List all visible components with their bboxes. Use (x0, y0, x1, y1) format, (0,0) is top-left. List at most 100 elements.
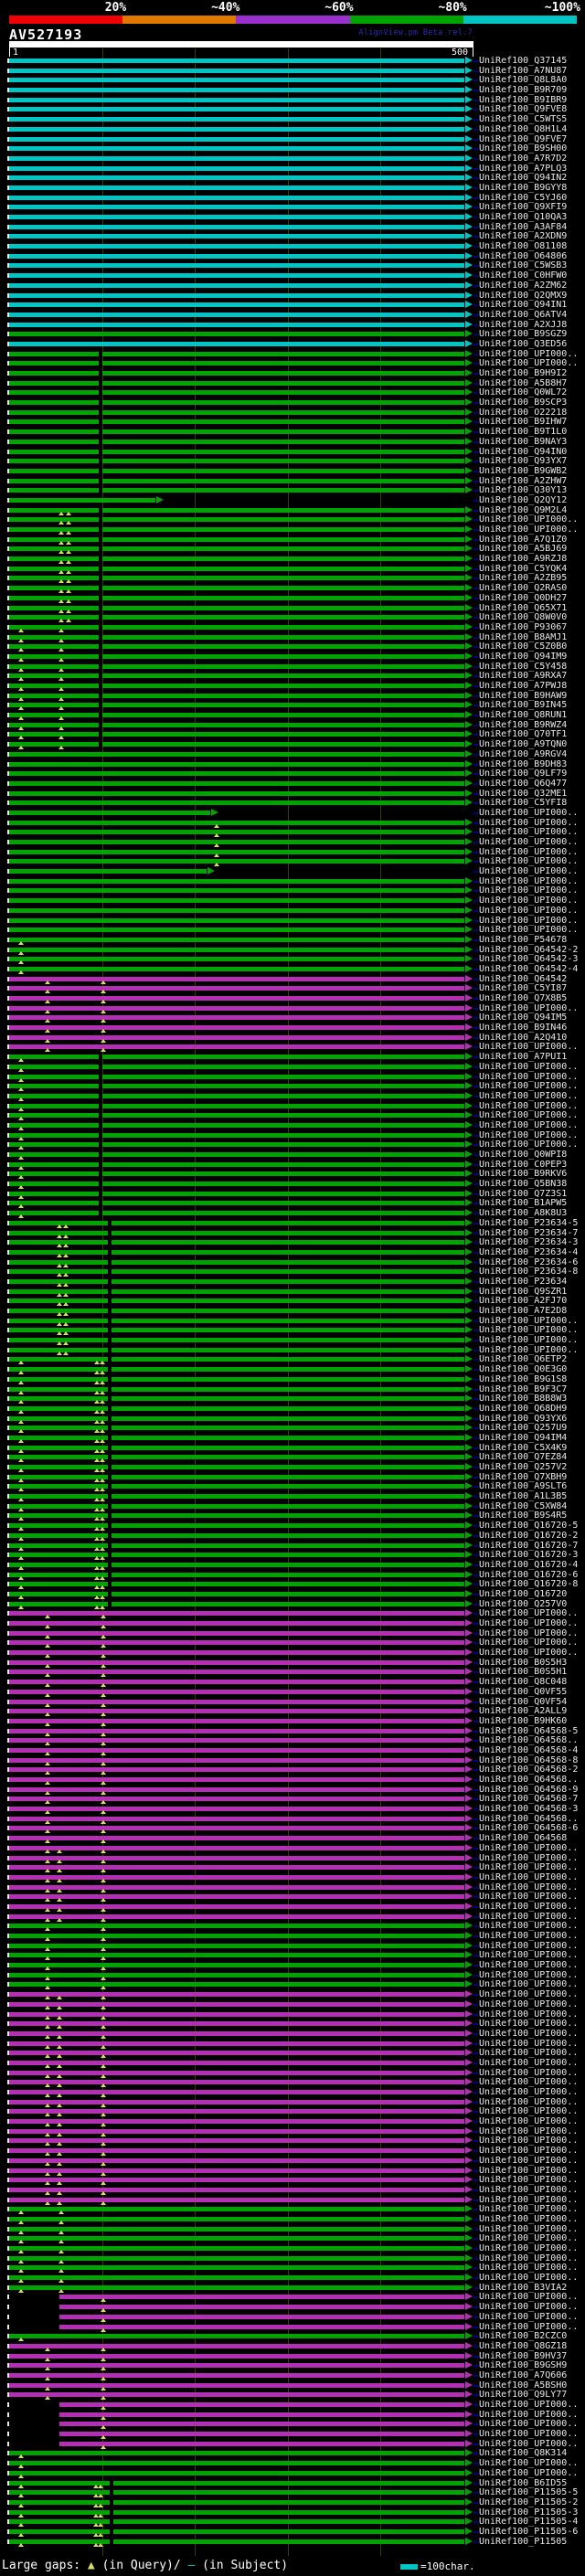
hit-bar[interactable] (9, 1249, 464, 1255)
hit-bar[interactable] (9, 429, 464, 435)
hit-bar[interactable] (9, 1836, 464, 1841)
hit-bar[interactable] (9, 928, 464, 933)
hit-bar[interactable] (9, 215, 464, 219)
hit-bar[interactable] (9, 937, 464, 942)
hit-bar[interactable] (9, 2275, 464, 2281)
hit-bar[interactable] (9, 1943, 464, 1948)
hit-bar[interactable] (9, 507, 464, 513)
hit-bar[interactable] (9, 1318, 464, 1323)
hit-bar[interactable] (9, 2343, 464, 2348)
hit-bar[interactable] (9, 1894, 464, 1900)
hit-bar[interactable] (9, 1396, 464, 1402)
hit-bar[interactable] (9, 1484, 464, 1489)
hit-bar[interactable] (9, 673, 464, 679)
hit-bar[interactable] (9, 2353, 464, 2359)
hit-bar[interactable] (9, 2363, 464, 2369)
hit-label[interactable]: UniRef100_B9NAY3 (479, 437, 567, 448)
hit-bar[interactable] (9, 830, 464, 835)
hit-bar[interactable] (9, 2157, 464, 2163)
hit-bar[interactable] (9, 517, 464, 523)
hit-bar[interactable] (9, 1299, 464, 1304)
hit-bar[interactable] (9, 1572, 464, 1577)
hit-bar[interactable] (9, 2080, 464, 2085)
hit-bar[interactable] (9, 68, 464, 73)
hit-bar[interactable] (9, 1757, 464, 1763)
hit-bar[interactable] (9, 2216, 464, 2221)
hit-bar[interactable] (9, 1992, 464, 1998)
hit-bar[interactable] (9, 888, 464, 894)
hit-label[interactable]: UniRef100_UPI000.. (479, 1872, 578, 1883)
hit-bar[interactable] (9, 1953, 464, 1958)
hit-bar[interactable] (9, 1670, 464, 1675)
hit-bar[interactable] (9, 2470, 464, 2475)
hit-bar[interactable] (9, 732, 464, 737)
hit-bar[interactable] (9, 1865, 464, 1871)
hit-bar[interactable] (9, 1161, 464, 1167)
hit-bar[interactable] (9, 1747, 464, 1753)
hit-label[interactable]: UniRef100_UPI000.. (479, 2029, 578, 2040)
hit-bar[interactable] (9, 840, 464, 844)
hit-label[interactable]: UniRef100_Q16720-4 (479, 1560, 578, 1571)
hit-bar[interactable] (9, 1367, 464, 1373)
hit-bar[interactable] (9, 1982, 464, 1988)
hit-bar[interactable] (9, 234, 464, 239)
hit-bar[interactable] (9, 2099, 464, 2104)
hit-bar[interactable] (9, 1621, 464, 1626)
hit-bar[interactable] (9, 1591, 464, 1596)
hit-bar[interactable] (9, 1152, 464, 1157)
hit-bar[interactable] (9, 1376, 464, 1382)
hit-bar[interactable] (9, 586, 464, 591)
hit-bar[interactable] (9, 790, 464, 796)
hit-bar[interactable] (59, 2314, 464, 2319)
hit-bar[interactable] (9, 1113, 464, 1118)
hit-bar[interactable] (9, 1455, 464, 1460)
hit-label[interactable]: UniRef100_A9RGV4 (479, 749, 567, 760)
hit-bar[interactable] (9, 771, 464, 777)
hit-bar[interactable] (9, 2265, 464, 2271)
hit-bar[interactable] (9, 282, 464, 288)
hit-bar[interactable] (9, 1924, 464, 1929)
hit-bar[interactable] (9, 917, 464, 923)
hit-bar[interactable] (9, 1191, 464, 1196)
hit-bar[interactable] (9, 165, 464, 171)
hit-bar[interactable] (9, 2519, 464, 2525)
hit-bar[interactable] (9, 332, 464, 337)
hit-bar[interactable] (9, 820, 464, 825)
hit-bar[interactable] (9, 2539, 464, 2544)
hit-bar[interactable] (9, 878, 464, 884)
hit-bar[interactable] (9, 566, 464, 571)
hit-bar[interactable] (9, 615, 464, 620)
hit-bar[interactable] (9, 1767, 464, 1773)
hit-label[interactable]: UniRef100_P93067 (479, 622, 567, 633)
hit-bar[interactable] (9, 605, 464, 610)
hit-bar[interactable] (9, 976, 464, 981)
hit-bar[interactable] (9, 146, 464, 152)
hit-bar[interactable] (9, 1874, 464, 1880)
hit-bar[interactable] (9, 390, 464, 396)
hit-bar[interactable] (9, 1084, 464, 1089)
hit-bar[interactable] (9, 1513, 464, 1519)
hit-bar[interactable] (59, 2441, 464, 2446)
hit-bar[interactable] (9, 1405, 464, 1411)
hit-bar[interactable] (9, 205, 464, 210)
hit-bar[interactable] (9, 1201, 464, 1206)
hit-bar[interactable] (9, 253, 464, 259)
hit-bar[interactable] (9, 1845, 464, 1850)
hit-bar[interactable] (9, 1582, 464, 1587)
hit-bar[interactable] (9, 1132, 464, 1138)
hit-bar[interactable] (9, 1171, 464, 1177)
hit-bar[interactable] (9, 2461, 464, 2466)
hit-bar[interactable] (9, 2041, 464, 2046)
hit-bar[interactable] (9, 1884, 464, 1890)
hit-bar[interactable] (9, 1934, 464, 1938)
hit-bar[interactable] (9, 1074, 464, 1079)
hit-bar[interactable] (59, 2432, 464, 2437)
hit-bar[interactable] (9, 1220, 464, 1225)
hit-bar[interactable] (9, 742, 464, 747)
hit-bar[interactable] (9, 1230, 464, 1235)
hit-label[interactable]: UniRef100_Q68DH9 (479, 1404, 567, 1415)
hit-bar[interactable] (9, 351, 464, 356)
hit-label[interactable]: UniRef100_A7R7D2 (479, 154, 567, 164)
hit-bar[interactable] (9, 1972, 464, 1977)
hit-bar[interactable] (9, 634, 464, 640)
